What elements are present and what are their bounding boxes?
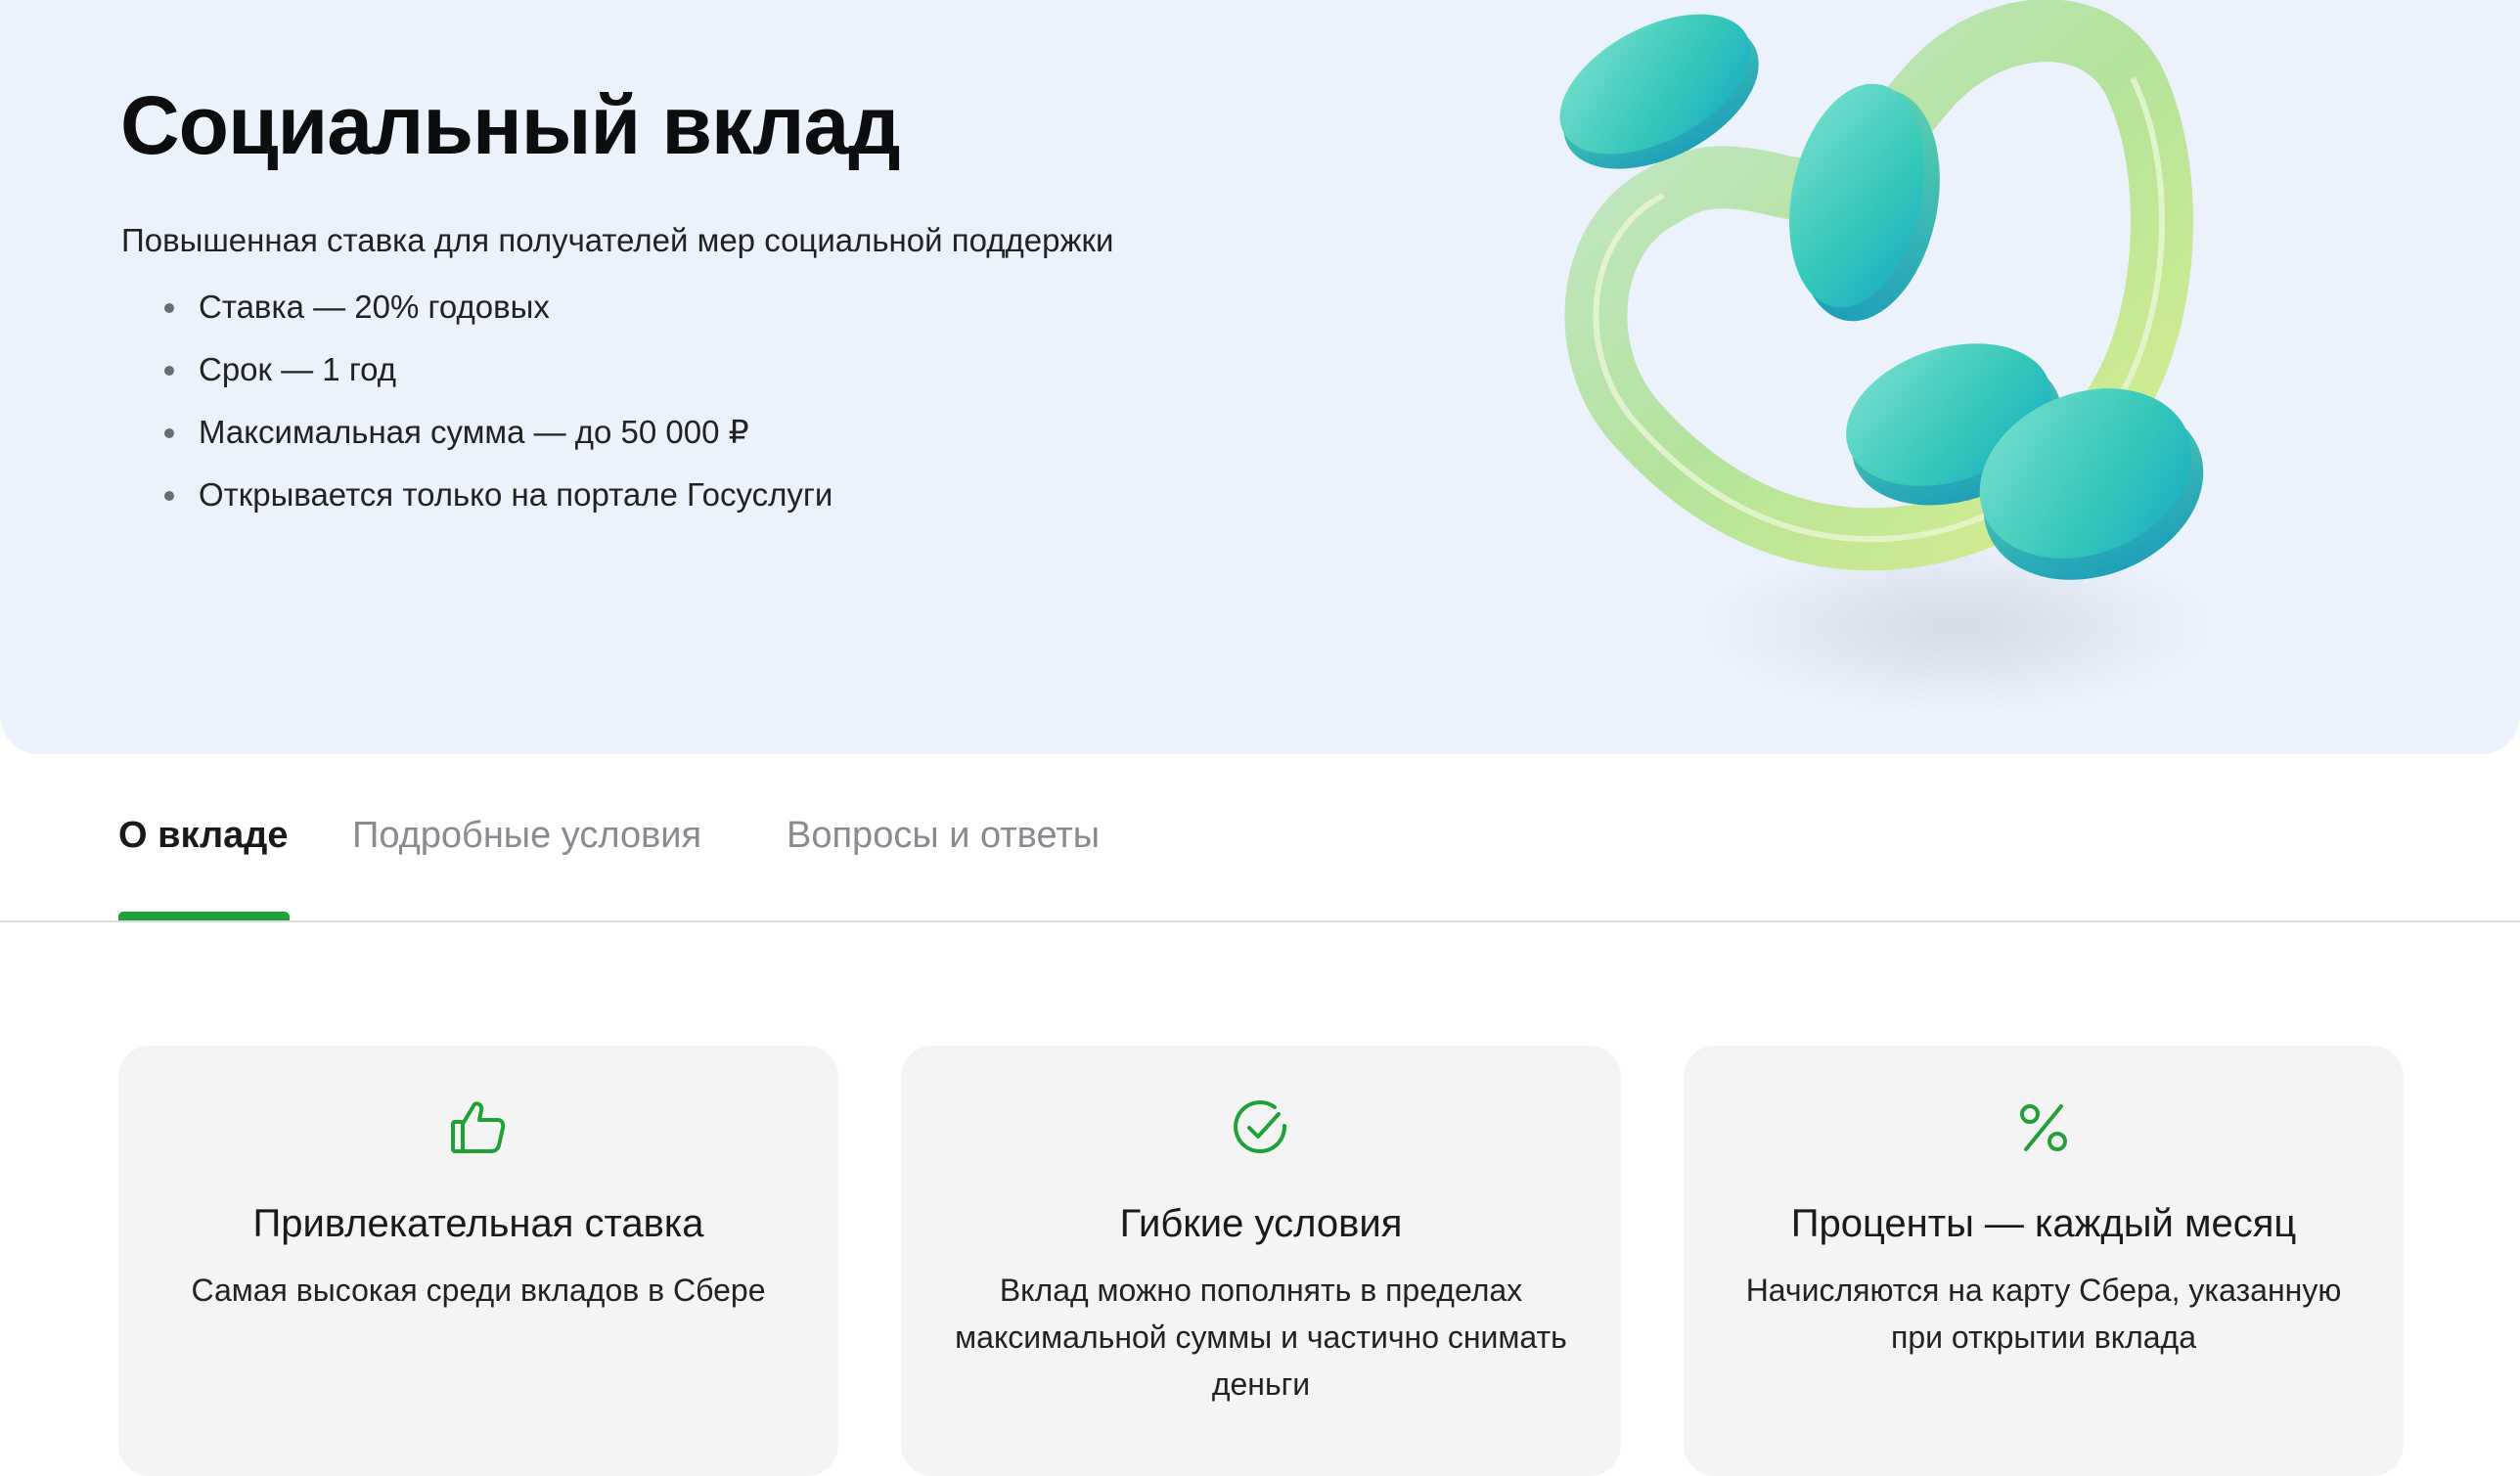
benefit-card-flexible: Гибкие условия Вклад можно пополнять в п…: [901, 1046, 1621, 1476]
hero-illustration: [1559, 0, 2211, 714]
benefit-card-rate: Привлекательная ставка Самая высокая сре…: [118, 1046, 838, 1476]
check-circle-icon: [1234, 1100, 1287, 1154]
percent-icon: [2020, 1104, 2067, 1151]
hero-banner: Социальный вклад Повышенная ставка для п…: [0, 0, 2520, 754]
active-tab-indicator: [118, 912, 290, 920]
tab-faq[interactable]: Вопросы и ответы: [787, 815, 1100, 857]
hero-subtitle: Повышенная ставка для получателей мер со…: [121, 222, 1114, 258]
benefit-card-monthly-interest: Проценты — каждый месяц Начисляются на к…: [1684, 1046, 2404, 1476]
benefit-title: Гибкие условия: [1119, 1202, 1403, 1245]
hero-feature-rate: Ставка — 20% годовых: [157, 288, 832, 350]
tab-about-deposit[interactable]: О вкладе: [118, 815, 289, 857]
page-title: Социальный вклад: [120, 79, 901, 171]
benefit-text: Начисляются на карту Сбера, указанную пр…: [1745, 1273, 2342, 1355]
benefit-title: Привлекательная ставка: [252, 1202, 704, 1245]
hero-features-list: Ставка — 20% годовых Срок — 1 год Максим…: [157, 288, 832, 538]
tab-detailed-conditions[interactable]: Подробные условия: [352, 815, 701, 857]
benefit-title: Проценты — каждый месяц: [1790, 1202, 2297, 1245]
benefit-text: Вклад можно пополнять в пределах максима…: [955, 1273, 1567, 1402]
hero-feature-term: Срок — 1 год: [157, 350, 832, 413]
benefit-text: Самая высокая среди вкладов в Сбере: [191, 1273, 766, 1308]
hero-feature-gosuslugi: Открывается только на портале Госуслуги: [157, 475, 832, 538]
tabs-bar: О вкладе Подробные условия Вопросы и отв…: [0, 754, 2520, 922]
thumbs-up-icon: [451, 1101, 506, 1153]
hero-feature-max-amount: Максимальная сумма — до 50 000 ₽: [157, 413, 832, 475]
